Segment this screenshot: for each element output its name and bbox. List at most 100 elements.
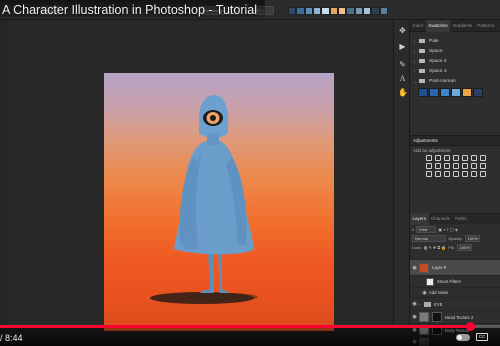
swatch-group-pale[interactable]: › Pale [410, 36, 500, 46]
search-icon: ⌕ [412, 227, 415, 232]
hue-saturation-icon[interactable] [471, 155, 477, 161]
tab-channels[interactable]: Channels [429, 213, 453, 225]
posterize-icon[interactable] [471, 163, 477, 169]
swatch[interactable] [329, 7, 338, 15]
swatch[interactable] [288, 7, 297, 15]
swatch[interactable] [418, 88, 428, 97]
swatch[interactable] [379, 7, 388, 15]
tab-paths[interactable]: Paths [453, 213, 470, 225]
black-white-icon[interactable] [426, 163, 432, 169]
exposure-icon[interactable] [453, 155, 459, 161]
eye-icon[interactable]: ◉ [420, 290, 429, 296]
hand-icon[interactable]: ✋ [398, 88, 408, 97]
layer-thumbnail [419, 262, 429, 273]
tab-gradients[interactable]: Gradients [450, 20, 475, 32]
options-swatch-strip[interactable] [288, 7, 388, 15]
blend-mode-select[interactable]: Normal [412, 235, 446, 242]
tab-swatches[interactable]: Swatches [425, 19, 451, 32]
channel-mixer-icon[interactable] [444, 163, 450, 169]
swatch[interactable] [321, 7, 330, 15]
swatch[interactable] [362, 7, 372, 15]
layer-kind-filter[interactable]: Kind [416, 226, 437, 233]
layers-controls: ⌕ Kind ▣ ◑ T ▢ ◈ Normal Opacity: 100% Lo… [410, 225, 500, 252]
autoplay-toggle[interactable] [456, 334, 470, 341]
time-display: / 8:44 [0, 333, 23, 343]
swatch[interactable] [304, 7, 313, 15]
swatch[interactable] [312, 7, 322, 15]
swatch[interactable] [337, 7, 347, 15]
threshold-icon[interactable] [480, 163, 486, 169]
invert-icon[interactable] [462, 163, 468, 169]
opacity-field[interactable]: 100% [464, 235, 480, 242]
swatch-group-post-human[interactable]: ⌄ Post-Human [410, 76, 500, 86]
layer-row[interactable]: ◉ Add Noise [410, 287, 500, 297]
layer-mask-thumbnail [432, 312, 442, 322]
filter-icons[interactable]: ▣ ◑ T ▢ ◈ [438, 227, 458, 232]
tab-patterns[interactable]: Patterns [475, 20, 497, 32]
layer-row[interactable]: ◉ › EYE [410, 297, 500, 310]
photo-filter-icon[interactable] [435, 163, 441, 169]
swatch[interactable] [451, 88, 461, 97]
adjustments-panel-title[interactable]: Adjustments [410, 135, 500, 146]
video-title[interactable]: A Character Illustration in Photoshop - … [0, 0, 265, 22]
play-icon[interactable]: ▶ [398, 42, 407, 51]
fill-field[interactable]: 100% [456, 244, 472, 251]
adjustment-icon[interactable] [444, 171, 450, 177]
vibrance-icon[interactable] [462, 155, 468, 161]
swatch[interactable] [354, 7, 363, 15]
layer-name: Smart Filters [437, 279, 461, 284]
curves-icon[interactable] [444, 155, 450, 161]
layer-name: Layer 9 [432, 265, 446, 270]
layer-row[interactable]: Smart Filters [410, 275, 500, 287]
folder-icon [419, 39, 425, 43]
swatch[interactable] [371, 7, 380, 15]
type-icon[interactable]: A [398, 74, 407, 83]
adjustment-icons-grid [426, 155, 486, 177]
eye-icon[interactable]: ◉ [410, 265, 419, 271]
gradient-map-icon[interactable] [426, 171, 432, 177]
layer-row[interactable]: ◉ Head Texture 2 [410, 310, 500, 323]
blend-opacity-row: Normal Opacity: 100% [410, 234, 500, 243]
adjustment-icon[interactable] [471, 171, 477, 177]
color-balance-icon[interactable] [480, 155, 486, 161]
swatch[interactable] [296, 7, 305, 15]
brush-icon[interactable]: ✎ [398, 60, 407, 69]
artboard[interactable] [104, 73, 334, 331]
layer-name: EYE [434, 301, 443, 307]
swatch-group-space-2[interactable]: › Space 2 [410, 56, 500, 66]
eye-icon[interactable]: ◉ [410, 301, 419, 307]
left-tool-strip [0, 20, 8, 326]
captions-button[interactable]: CC [476, 333, 488, 341]
lock-label: Lock: [412, 245, 422, 250]
swatch-group-space[interactable]: › Space [410, 46, 500, 56]
canvas-area[interactable] [8, 20, 393, 331]
swatch[interactable] [440, 88, 450, 97]
adjustment-icon[interactable] [462, 171, 468, 177]
levels-icon[interactable] [435, 155, 441, 161]
adjustment-icon[interactable] [453, 171, 459, 177]
swatch[interactable] [462, 88, 472, 97]
post-human-swatches [410, 86, 500, 97]
layer-thumbnail [419, 312, 429, 322]
brightness-icon[interactable] [426, 155, 432, 161]
adjustment-icon[interactable] [480, 171, 486, 177]
swatch[interactable] [429, 88, 439, 97]
tab-layers[interactable]: Layers [410, 213, 429, 225]
move-icon[interactable]: ✥ [398, 26, 407, 35]
layer-name: Add Noise [429, 290, 449, 295]
selective-color-icon[interactable] [435, 171, 441, 177]
layer-filter-row: ⌕ Kind ▣ ◑ T ▢ ◈ [410, 225, 500, 234]
swatch-group-label: Space 2 [429, 58, 447, 64]
swatch[interactable] [473, 88, 483, 97]
layer-row[interactable]: ◉ Layer 9 [410, 259, 500, 275]
swatch[interactable] [346, 7, 355, 15]
eye-icon[interactable]: ◉ [410, 314, 419, 320]
lock-icons[interactable]: ▦ ✎ ✥ ⧉ 🔒 [424, 245, 447, 250]
swatch-group-space-3[interactable]: › Space 3 [410, 66, 500, 76]
tab-color[interactable]: Color [410, 20, 426, 32]
progress-scrubber[interactable] [465, 322, 475, 331]
adjustments-subtitle: Add an adjustment [413, 148, 451, 153]
progress-played [0, 325, 470, 328]
color-lookup-icon[interactable] [453, 163, 459, 169]
player-controls-bar [0, 328, 500, 346]
